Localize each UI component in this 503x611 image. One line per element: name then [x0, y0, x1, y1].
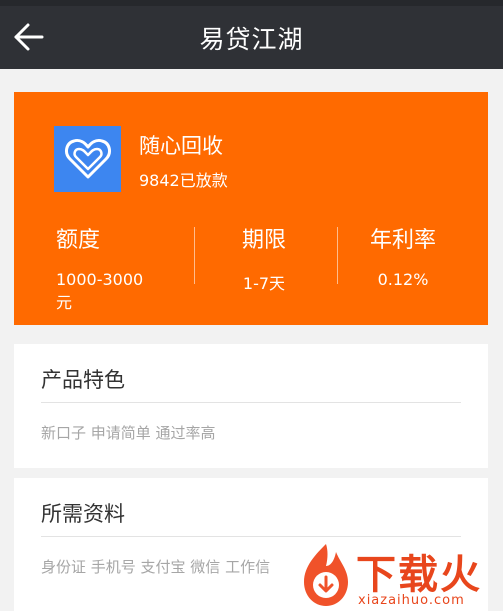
stat-rate-value: 0.12%	[377, 270, 429, 289]
stat-term-value: 1-7天	[242, 274, 286, 293]
heart-icon	[64, 139, 111, 179]
watermark-url: xiazaihuo.com	[358, 593, 465, 608]
product-name: 随心回收	[139, 134, 223, 158]
stat-limit: 额度 1000-3000元	[6, 222, 156, 313]
stat-limit-label: 额度	[56, 228, 101, 253]
lent-count: 9842已放款	[139, 171, 228, 190]
divider	[41, 536, 461, 537]
stat-rate-label: 年利率	[369, 228, 436, 253]
materials-heading: 所需资料	[41, 502, 125, 526]
features-heading: 产品特色	[41, 368, 125, 392]
page-title: 易贷江湖	[199, 25, 304, 54]
features-text: 新口子 申请简单 通过率高	[41, 424, 216, 442]
stat-rate: 年利率 0.12%	[328, 222, 478, 289]
stat-term-label: 期限	[241, 228, 286, 253]
materials-text: 身份证 手机号 支付宝 微信 工作信	[41, 558, 271, 576]
divider	[41, 402, 461, 403]
product-summary-card: 随心回收 9842已放款 额度 1000-3000元 期限 1-7天 年利率 0…	[14, 92, 488, 325]
top-nav-bar: 易贷江湖	[0, 6, 503, 69]
watermark: 下载火 xiazaihuo.com	[296, 540, 503, 611]
flame-download-icon	[304, 544, 348, 606]
watermark-brand: 下载火	[356, 552, 482, 598]
stat-limit-value: 1000-3000元	[56, 270, 144, 312]
product-logo	[54, 126, 121, 192]
stat-term: 期限 1-7天	[189, 222, 339, 294]
features-panel: 产品特色 新口子 申请简单 通过率高	[14, 344, 488, 468]
